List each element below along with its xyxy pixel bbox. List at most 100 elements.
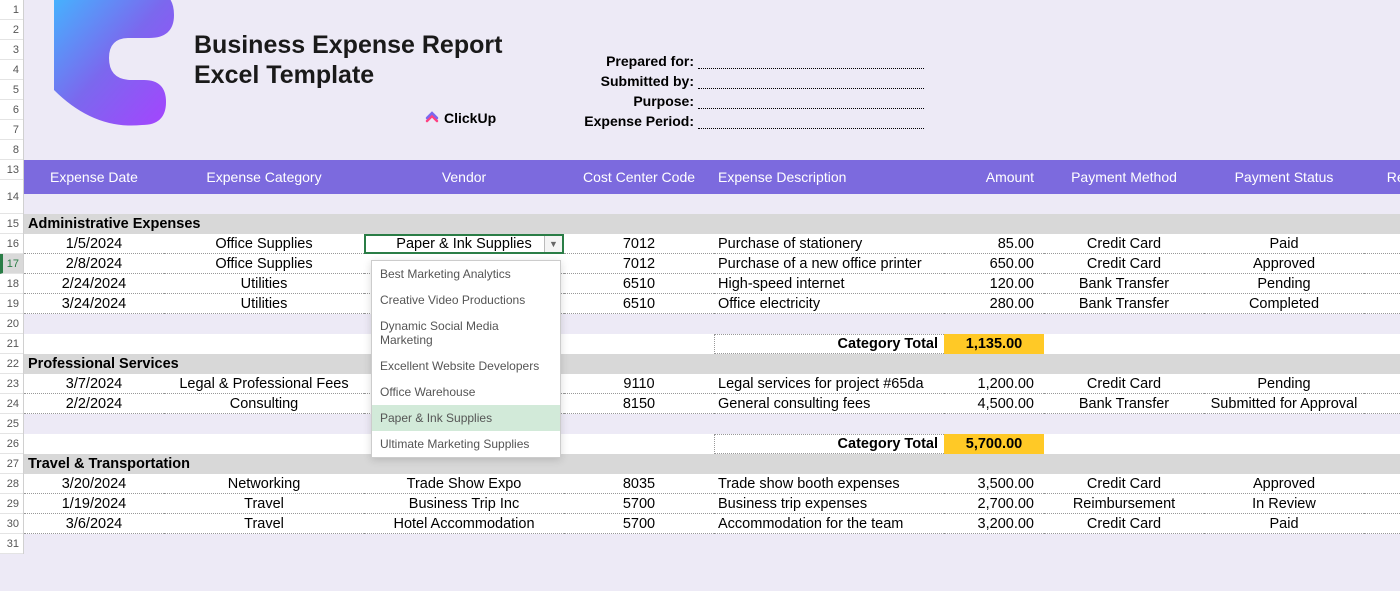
cell-category[interactable]: Networking [164,474,364,494]
cell-date[interactable]: 3/6/2024 [24,514,164,534]
cell-description[interactable]: High-speed internet [714,274,944,294]
dropdown-option[interactable]: Office Warehouse [372,379,560,405]
info-field-input[interactable] [698,55,924,69]
cell-category[interactable]: Legal & Professional Fees [164,374,364,394]
row-header[interactable]: 21 [0,334,23,354]
dropdown-option[interactable]: Paper & Ink Supplies [372,405,560,431]
cell-payment-status[interactable]: In Review [1204,494,1364,514]
cell-amount[interactable]: 2,700.00 [944,494,1044,514]
cell-payment-method[interactable]: Bank Transfer [1044,394,1204,414]
cell-receipts[interactable] [1364,474,1400,494]
row-header[interactable]: 29 [0,494,23,514]
cell-description[interactable]: Purchase of a new office printer [714,254,944,274]
cell-date[interactable]: 2/2/2024 [24,394,164,414]
info-field-input[interactable] [698,75,924,89]
cell-payment-status[interactable]: Approved [1204,474,1364,494]
col-description[interactable]: Expense Description [714,169,944,185]
cell-category[interactable]: Travel [164,514,364,534]
dropdown-option[interactable]: Excellent Website Developers [372,353,560,379]
cell-date[interactable]: 3/7/2024 [24,374,164,394]
cell-payment-status[interactable]: Pending [1204,374,1364,394]
cell-receipts[interactable] [1364,274,1400,294]
row-header[interactable]: 26 [0,434,23,454]
info-field-input[interactable] [698,115,924,129]
row-header[interactable]: 5 [0,80,23,100]
cell-payment-method[interactable]: Reimbursement [1044,494,1204,514]
row-header[interactable]: 16 [0,234,23,254]
cell-date[interactable]: 2/24/2024 [24,274,164,294]
row-header[interactable]: 15 [0,214,23,234]
cell-payment-method[interactable]: Credit Card [1044,514,1204,534]
cell-receipts[interactable] [1364,394,1400,414]
col-cost-center[interactable]: Cost Center Code [564,169,714,185]
cell-category[interactable]: Utilities [164,274,364,294]
row-header[interactable]: 19 [0,294,23,314]
cell-description[interactable]: Purchase of stationery [714,234,944,254]
cell-category[interactable]: Travel [164,494,364,514]
cell-receipts[interactable] [1364,494,1400,514]
col-vendor[interactable]: Vendor [364,169,564,185]
row-header[interactable]: 20 [0,314,23,334]
vendor-dropdown[interactable]: Best Marketing AnalyticsCreative Video P… [371,260,561,458]
cell-amount[interactable]: 85.00 [944,234,1044,254]
cell-vendor[interactable]: Paper & Ink Supplies▼ [364,234,564,254]
cell-amount[interactable]: 4,500.00 [944,394,1044,414]
row-header[interactable]: 2 [0,20,23,40]
row-header[interactable]: 4 [0,60,23,80]
cell-amount[interactable]: 280.00 [944,294,1044,314]
cell-vendor[interactable]: Hotel Accommodation [364,514,564,534]
cell-payment-status[interactable]: Submitted for Approval [1204,394,1364,414]
row-header[interactable]: 8 [0,140,23,160]
info-field-input[interactable] [698,95,924,109]
cell-description[interactable]: General consulting fees [714,394,944,414]
cell-category[interactable]: Consulting [164,394,364,414]
cell-cost-center[interactable]: 7012 [564,254,714,274]
row-header[interactable]: 23 [0,374,23,394]
dropdown-option[interactable]: Creative Video Productions [372,287,560,313]
cell-description[interactable]: Trade show booth expenses [714,474,944,494]
row-header[interactable]: 17 [0,254,23,274]
row-header[interactable]: 1 [0,0,23,20]
cell-payment-status[interactable]: Paid [1204,514,1364,534]
row-header[interactable]: 25 [0,414,23,434]
cell-receipts[interactable] [1364,374,1400,394]
row-header[interactable]: 31 [0,534,23,554]
cell-payment-method[interactable]: Credit Card [1044,254,1204,274]
col-expense-date[interactable]: Expense Date [24,169,164,185]
cell-cost-center[interactable]: 6510 [564,294,714,314]
cell-vendor[interactable]: Trade Show Expo [364,474,564,494]
row-header[interactable]: 7 [0,120,23,140]
cell-receipts[interactable] [1364,514,1400,534]
row-header[interactable]: 18 [0,274,23,294]
cell-cost-center[interactable]: 5700 [564,494,714,514]
dropdown-option[interactable]: Ultimate Marketing Supplies [372,431,560,457]
col-payment-method[interactable]: Payment Method [1044,169,1204,185]
cell-description[interactable]: Legal services for project #65da [714,374,944,394]
row-header[interactable]: 6 [0,100,23,120]
cell-category[interactable]: Office Supplies [164,254,364,274]
cell-description[interactable]: Office electricity [714,294,944,314]
cell-payment-status[interactable]: Approved [1204,254,1364,274]
cell-payment-method[interactable]: Credit Card [1044,374,1204,394]
row-header[interactable]: 13 [0,160,23,180]
cell-date[interactable]: 2/8/2024 [24,254,164,274]
cell-amount[interactable]: 3,500.00 [944,474,1044,494]
cell-amount[interactable]: 650.00 [944,254,1044,274]
cell-cost-center[interactable]: 6510 [564,274,714,294]
row-header[interactable]: 30 [0,514,23,534]
cell-payment-method[interactable]: Credit Card [1044,234,1204,254]
row-header[interactable]: 22 [0,354,23,374]
cell-cost-center[interactable]: 9110 [564,374,714,394]
dropdown-button[interactable]: ▼ [544,236,562,252]
col-amount[interactable]: Amount [944,169,1044,185]
cell-amount[interactable]: 1,200.00 [944,374,1044,394]
cell-date[interactable]: 1/19/2024 [24,494,164,514]
dropdown-option[interactable]: Best Marketing Analytics [372,261,560,287]
dropdown-option[interactable]: Dynamic Social Media Marketing [372,313,560,353]
row-header[interactable]: 28 [0,474,23,494]
col-payment-status[interactable]: Payment Status [1204,169,1364,185]
col-expense-category[interactable]: Expense Category [164,169,364,185]
cell-receipts[interactable] [1364,294,1400,314]
row-header[interactable]: 3 [0,40,23,60]
cell-vendor[interactable]: Business Trip Inc [364,494,564,514]
